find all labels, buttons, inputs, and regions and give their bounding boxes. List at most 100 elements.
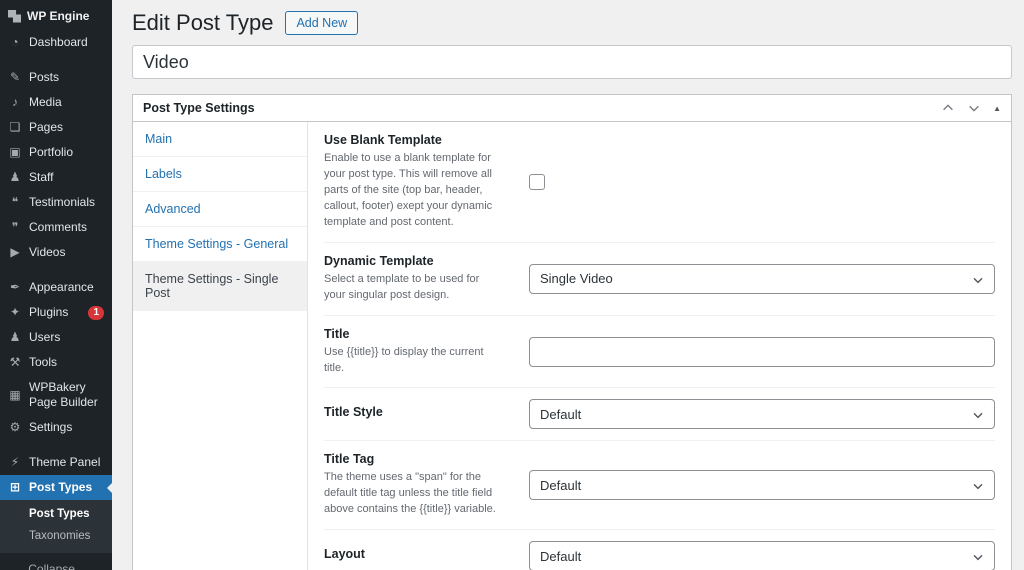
- title-style-select[interactable]: Default: [529, 399, 995, 430]
- tools-icon: ⚒: [9, 355, 21, 369]
- sidebar-item-label: Theme Panel: [29, 455, 101, 469]
- field-row-title-tag: Title Tag The theme uses a "span" for th…: [324, 441, 995, 531]
- field-description: Enable to use a blank template for your …: [324, 152, 493, 228]
- metabox-body: Main Labels Advanced Theme Settings - Ge…: [133, 122, 1011, 570]
- testimonials-icon: ❝: [11, 195, 19, 209]
- wpbakery-icon: ▦: [9, 387, 21, 402]
- chevron-down-icon: [973, 277, 983, 284]
- move-down-icon[interactable]: [967, 101, 981, 115]
- sidebar-item-label: Media: [29, 95, 62, 109]
- select-value: Default: [540, 406, 582, 422]
- videos-icon: ▶: [10, 245, 20, 259]
- sidebar-item-staff[interactable]: ♟ Staff: [0, 165, 112, 190]
- field-row-dynamic-template: Dynamic Template Select a template to be…: [324, 243, 995, 316]
- field-row-layout: Layout Default: [324, 530, 995, 570]
- field-row-title-style: Title Style Default: [324, 388, 995, 442]
- collapse-toggle-icon[interactable]: ▲: [993, 104, 1001, 113]
- theme-panel-icon: ⚡: [10, 455, 20, 469]
- sidebar-item-wp-engine[interactable]: WP Engine: [0, 0, 112, 30]
- collapse-menu-button[interactable]: ◀ Collapse menu: [0, 553, 112, 570]
- field-row-title: Title Use {{title}} to display the curre…: [324, 316, 995, 389]
- tab-theme-settings-general[interactable]: Theme Settings - General: [133, 227, 307, 262]
- post-types-icon: ⊞: [9, 480, 21, 494]
- settings-icon: ⚙: [9, 420, 21, 434]
- sidebar-item-media[interactable]: ♪ Media: [0, 90, 112, 115]
- sidebar-item-label: Settings: [29, 420, 73, 434]
- portfolio-icon: ▣: [9, 145, 21, 159]
- sidebar-item-posts[interactable]: ✎ Posts: [0, 65, 112, 90]
- sidebar-item-label: Users: [29, 330, 61, 344]
- layout-select[interactable]: Default: [529, 541, 995, 570]
- sidebar-item-pages[interactable]: ❏ Pages: [0, 115, 112, 140]
- sidebar-item-comments[interactable]: ❞ Comments: [0, 215, 112, 240]
- tab-main[interactable]: Main: [133, 122, 307, 157]
- sidebar-item-label: Portfolio: [29, 145, 74, 159]
- page-title: Edit Post Type: [132, 10, 274, 35]
- sidebar-item-label: Dashboard: [29, 35, 88, 49]
- sidebar-item-label: Posts: [29, 70, 60, 84]
- sidebar-item-appearance[interactable]: ✒ Appearance: [0, 275, 112, 300]
- sidebar-item-wpbakery-page-builder[interactable]: ▦ WPBakery Page Builder: [0, 375, 112, 415]
- sidebar-item-settings[interactable]: ⚙ Settings: [0, 415, 112, 440]
- sidebar-item-dashboard[interactable]: ◔ Dashboard: [0, 30, 112, 55]
- add-new-button[interactable]: Add New: [285, 11, 359, 35]
- use-blank-template-checkbox[interactable]: [529, 173, 545, 190]
- collapse-menu-label: Collapse menu: [28, 562, 75, 570]
- move-up-icon[interactable]: [941, 101, 955, 115]
- users-icon: ♟: [9, 330, 21, 344]
- appearance-icon: ✒: [9, 280, 21, 294]
- page-header: Edit Post Type Add New: [132, 10, 1012, 36]
- tab-advanced[interactable]: Advanced: [133, 192, 307, 227]
- field-label: Title: [324, 326, 350, 341]
- sidebar-item-label: Plugins: [29, 305, 69, 319]
- select-value: Default: [540, 477, 582, 493]
- field-label: Title Tag: [324, 452, 375, 467]
- menu-separator: [0, 55, 112, 65]
- metabox-title: Post Type Settings: [143, 101, 255, 115]
- sidebar-item-tools[interactable]: ⚒ Tools: [0, 350, 112, 375]
- sidebar-item-label: Staff: [29, 170, 54, 184]
- comments-icon: ❞: [11, 220, 19, 234]
- media-icon: ♪: [12, 95, 18, 109]
- sidebar-item-videos[interactable]: ▶ Videos: [0, 240, 112, 265]
- dashboard-icon: ◔: [11, 35, 19, 49]
- sidebar-item-label: Pages: [29, 120, 64, 134]
- field-label: Title Style: [324, 405, 383, 420]
- submenu-item-taxonomies[interactable]: Taxonomies: [0, 525, 112, 547]
- plugins-icon: ✦: [9, 305, 21, 319]
- tab-labels[interactable]: Labels: [133, 157, 307, 192]
- menu-separator: [0, 265, 112, 275]
- wpengine-logo-icon: [8, 9, 21, 23]
- field-label: Use Blank Template: [324, 133, 442, 147]
- field-description: Select a template to be used for your si…: [324, 272, 480, 301]
- sidebar-item-label: Testimonials: [29, 195, 96, 209]
- field-label: Dynamic Template: [324, 253, 434, 268]
- sidebar-item-testimonials[interactable]: ❝ Testimonials: [0, 190, 112, 215]
- post-title-wrap: [132, 45, 1012, 79]
- sidebar-item-plugins[interactable]: ✦ Plugins 1: [0, 300, 112, 325]
- brand-label: WP Engine: [27, 9, 90, 23]
- title-input[interactable]: [529, 336, 995, 367]
- post-type-title-input[interactable]: [132, 45, 1012, 79]
- chevron-down-icon: [973, 413, 983, 419]
- sidebar-item-post-types[interactable]: ⊞ Post Types: [0, 475, 112, 500]
- sidebar-item-theme-panel[interactable]: ⚡ Theme Panel: [0, 450, 112, 475]
- settings-fields: Use Blank Template Enable to use a blank…: [308, 122, 1011, 570]
- field-row-use-blank-template: Use Blank Template Enable to use a blank…: [324, 122, 995, 243]
- field-description: Use {{title}} to display the current tit…: [324, 345, 484, 374]
- staff-icon: ♟: [9, 170, 21, 184]
- field-description: The theme uses a "span" for the default …: [324, 471, 496, 516]
- dynamic-template-select[interactable]: Single Video: [529, 263, 995, 294]
- sidebar-item-users[interactable]: ♟ Users: [0, 325, 112, 350]
- chevron-down-icon: [973, 555, 983, 561]
- sidebar-item-label: Post Types: [29, 480, 93, 494]
- sidebar-item-portfolio[interactable]: ▣ Portfolio: [0, 140, 112, 165]
- field-label: Layout: [324, 547, 365, 562]
- post-type-settings-metabox: Post Type Settings ▲ Main Labels Advance…: [132, 94, 1012, 570]
- submenu-item-post-types[interactable]: Post Types: [0, 503, 112, 525]
- metabox-header-icons: ▲: [941, 101, 1001, 115]
- title-tag-select[interactable]: Default: [529, 470, 995, 501]
- tab-theme-settings-single-post[interactable]: Theme Settings - Single Post: [133, 262, 307, 311]
- metabox-header: Post Type Settings ▲: [133, 95, 1011, 122]
- main-content: Edit Post Type Add New Post Type Setting…: [112, 0, 1024, 570]
